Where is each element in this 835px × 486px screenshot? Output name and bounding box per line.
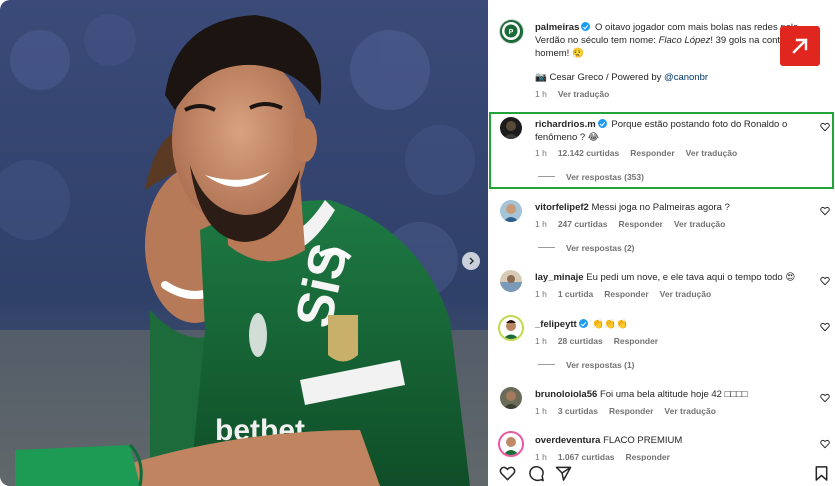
verified-badge-icon — [597, 119, 607, 128]
paper-plane-icon[interactable] — [555, 465, 572, 482]
comment-reply-link[interactable]: Responder — [630, 148, 674, 158]
comment-reply-link[interactable]: Responder — [618, 219, 662, 229]
comment-time: 1 h — [535, 148, 547, 158]
comment-username[interactable]: overdeventura — [535, 435, 600, 446]
view-replies-label: Ver respostas (1) — [566, 360, 635, 370]
view-replies-button[interactable]: Ver respostas (2) — [538, 243, 635, 253]
comment-time: 1 h — [535, 289, 547, 299]
heart-icon[interactable] — [820, 206, 830, 216]
post-photo: SiS betbet — [0, 0, 488, 486]
comment-username[interactable]: _felipeytt — [535, 319, 577, 330]
post-action-bar — [488, 461, 835, 486]
comment-avatar[interactable] — [500, 387, 522, 409]
player-photo-illustration: SiS betbet — [0, 0, 488, 486]
comment-meta: 1 h 3 curtidas Responder Ver tradução — [535, 406, 727, 416]
comment-avatar[interactable] — [500, 200, 522, 222]
comment-body: lay_minaje Eu pedi um nove, e ele tava a… — [535, 271, 815, 284]
comment-avatar[interactable] — [498, 315, 524, 341]
comment-time: 1 h — [535, 336, 547, 346]
user-avatar-icon — [500, 275, 522, 292]
comment-text: 👏👏👏 — [592, 319, 628, 330]
comment-text-suffix: □□□□ — [724, 389, 748, 400]
user-avatar-icon — [503, 391, 519, 409]
comment-avatar[interactable] — [500, 117, 522, 139]
comment-likes-link[interactable]: 247 curtidas — [558, 219, 608, 229]
verified-badge-icon — [578, 319, 588, 328]
comment-likes-link[interactable]: 1 curtida — [558, 289, 593, 299]
comment-username[interactable]: richardrios.m — [535, 119, 596, 130]
comment-reply-link[interactable]: Responder — [614, 336, 658, 346]
comment-reply-link[interactable]: Responder — [609, 406, 653, 416]
user-avatar-icon — [503, 204, 519, 222]
comment-translate-link[interactable]: Ver tradução — [660, 289, 712, 299]
comment-body: vitorfelipef2 Messi joga no Palmeiras ag… — [535, 201, 815, 214]
comments-list: richardrios.m Porque estão postando foto… — [488, 0, 835, 486]
comment-meta: 1 h 247 curtidas Responder Ver tradução — [535, 219, 736, 229]
view-replies-label: Ver respostas (353) — [566, 172, 644, 182]
comment-meta: 1 h 28 curtidas Responder — [535, 336, 669, 346]
comment-likes-link[interactable]: 3 curtidas — [558, 406, 598, 416]
comment-meta: 1 h 1 curtida Responder Ver tradução — [535, 289, 722, 299]
comment-likes-link[interactable]: 28 curtidas — [558, 336, 603, 346]
comment-username[interactable]: vitorfelipef2 — [535, 202, 589, 213]
user-avatar-icon — [503, 320, 519, 339]
user-avatar-icon — [503, 121, 519, 139]
comment-text: Messi joga no Palmeiras agora ? — [591, 202, 730, 213]
heart-icon[interactable] — [820, 439, 830, 449]
comment-translate-link[interactable]: Ver tradução — [664, 406, 716, 416]
comment-icon[interactable] — [528, 465, 545, 482]
comment-username[interactable]: lay_minaje — [535, 272, 584, 283]
comment-likes-link[interactable]: 12.142 curtidas — [558, 148, 619, 158]
heart-icon[interactable] — [820, 393, 830, 403]
view-replies-label: Ver respostas (2) — [566, 243, 635, 253]
heart-icon[interactable] — [499, 465, 516, 482]
carousel-next-button[interactable] — [462, 252, 480, 270]
comment-username[interactable]: brunoloiola56 — [535, 389, 597, 400]
comment-translate-link[interactable]: Ver tradução — [686, 148, 738, 158]
comment-text: Eu pedi um nove, e ele tava aqui o tempo… — [586, 272, 796, 283]
comment-avatar[interactable] — [500, 270, 522, 292]
comment-reply-link[interactable]: Responder — [604, 289, 648, 299]
comment-body: overdeventura FLACO PREMIUM — [535, 434, 815, 447]
replies-divider — [538, 247, 555, 248]
view-replies-button[interactable]: Ver respostas (1) — [538, 360, 635, 370]
heart-icon[interactable] — [820, 276, 830, 286]
user-avatar-icon — [503, 437, 519, 455]
comment-text: FLACO PREMIUM — [603, 435, 683, 446]
instagram-post-embed: SiS betbet P palmeiras O oitavo jogador … — [0, 0, 835, 486]
comment-avatar[interactable] — [498, 431, 524, 457]
view-replies-button[interactable]: Ver respostas (353) — [538, 172, 644, 182]
comment-text: Foi uma bela altitude hoje 42 — [599, 389, 725, 400]
comment-time: 1 h — [535, 219, 547, 229]
comment-body: brunoloiola56 Foi uma bela altitude hoje… — [535, 388, 815, 401]
bookmark-icon[interactable] — [813, 465, 830, 482]
replies-divider — [538, 364, 555, 365]
comment-time: 1 h — [535, 406, 547, 416]
comment-translate-link[interactable]: Ver tradução — [674, 219, 726, 229]
comment-body: richardrios.m Porque estão postando foto… — [535, 118, 815, 144]
replies-divider — [538, 176, 555, 177]
comment-body: _felipeytt 👏👏👏 — [535, 318, 815, 331]
comment-meta: 1 h 12.142 curtidas Responder Ver tradução — [535, 148, 748, 158]
heart-icon[interactable] — [820, 122, 830, 132]
heart-icon[interactable] — [820, 322, 830, 332]
chevron-right-icon — [469, 257, 474, 265]
